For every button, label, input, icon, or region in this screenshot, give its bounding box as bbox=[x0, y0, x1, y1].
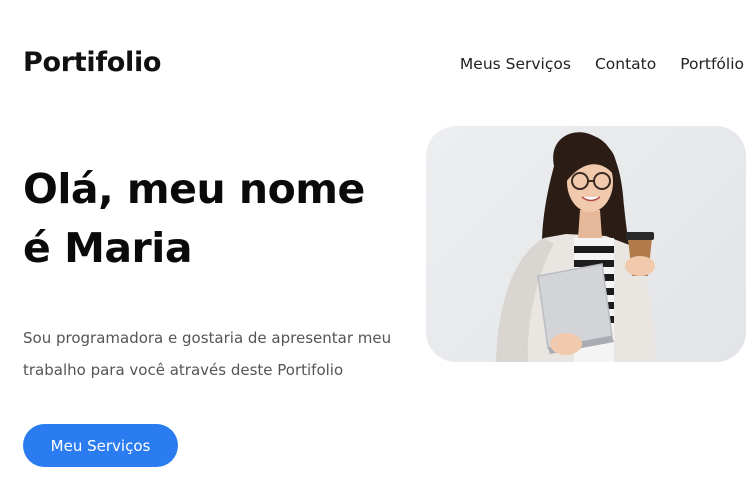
page: Portifolio Meus Serviços Contato Portfól… bbox=[0, 0, 746, 495]
site-logo[interactable]: Portifolio bbox=[23, 47, 161, 78]
services-button[interactable]: Meu Serviços bbox=[23, 424, 178, 467]
profile-photo bbox=[426, 126, 746, 362]
main-nav: Meus Serviços Contato Portfólio bbox=[460, 55, 744, 73]
hero-title-line-2: é Maria bbox=[23, 224, 193, 272]
hero-description: Sou programadora e gostaria de apresenta… bbox=[23, 329, 392, 379]
hero-title-line-1: Olá, meu nome bbox=[23, 165, 365, 213]
hero-title: Olá, meu nome é Maria bbox=[23, 160, 403, 278]
profile-photo-illustration bbox=[496, 132, 656, 362]
nav-link-portfolio[interactable]: Portfólio bbox=[680, 55, 744, 73]
nav-link-services[interactable]: Meus Serviços bbox=[460, 55, 571, 73]
nav-link-contact[interactable]: Contato bbox=[595, 55, 656, 73]
